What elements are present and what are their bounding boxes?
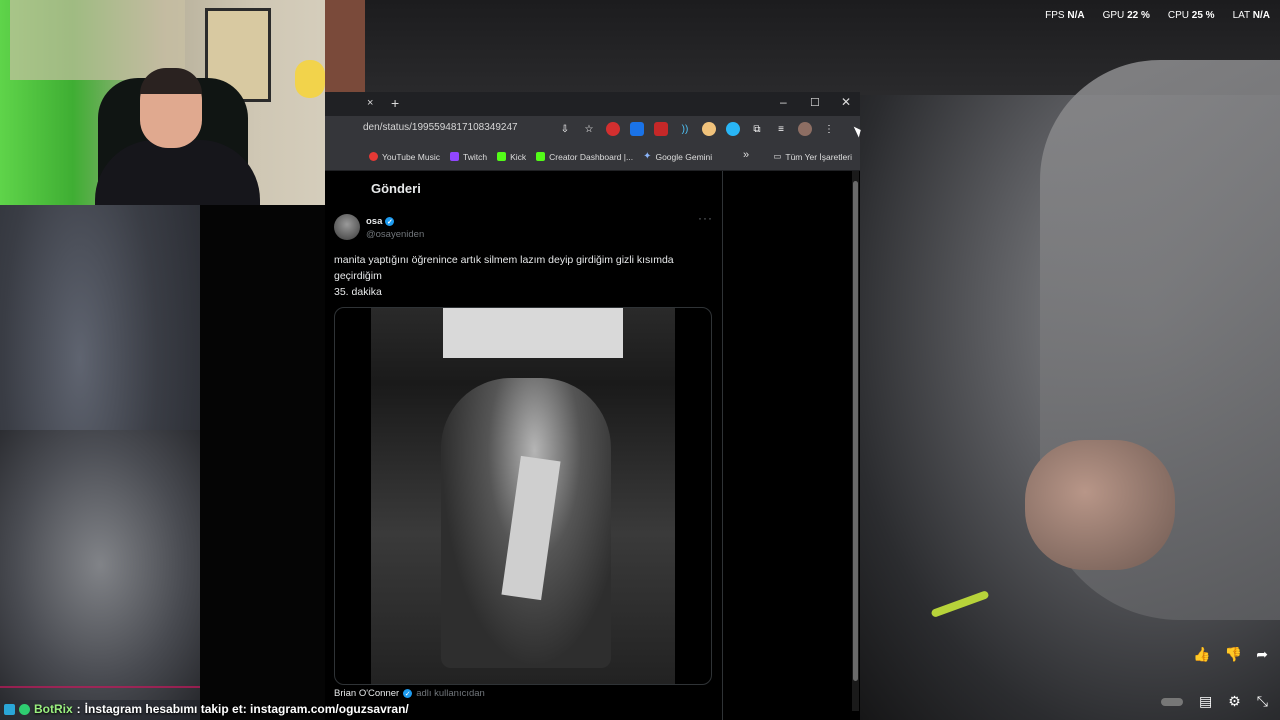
bookmark-google-gemini[interactable]: ✦ Google Gemini <box>643 151 712 162</box>
page-content: Gönderi osa ✓ @osayeniden ··· manita yapt… <box>325 171 860 720</box>
close-tab-icon[interactable]: × <box>367 97 373 109</box>
verified-bot-badge-icon <box>19 703 30 715</box>
kick-icon <box>536 152 546 161</box>
browser-toolbar: den/status/1995594817108349247 ⇩ ☆ )) ⧉ … <box>325 116 860 146</box>
moderator-badge-icon <box>4 703 15 715</box>
folder-icon: ▭ <box>773 151 782 161</box>
all-bookmarks-folder[interactable]: ▭ Tüm Yer İşaretleri <box>773 151 852 162</box>
bookmarks-bar: YouTube Music Twitch Kick Creator Dashbo… <box>325 146 860 171</box>
tweet-media[interactable] <box>334 307 712 685</box>
toolbar-icons: ⇩ ☆ )) ⧉ ≡ ⋮ <box>558 122 836 136</box>
tweet-author-handle[interactable]: @osayeniden <box>366 229 424 240</box>
dislike-icon[interactable]: 👎 <box>1225 646 1242 663</box>
bookmark-kick[interactable]: Kick <box>497 152 526 162</box>
like-icon[interactable]: 👍 <box>1193 646 1210 663</box>
bookmark-creator-dashboard[interactable]: Creator Dashboard |... <box>536 152 633 162</box>
chat-separator: : <box>76 702 81 716</box>
youtube-music-icon <box>369 152 378 161</box>
bookmarks-overflow-icon[interactable]: » <box>743 149 749 161</box>
pikachu-figure <box>295 60 325 98</box>
photo-sign <box>443 308 623 358</box>
maximize-icon[interactable]: ☐ <box>810 96 820 109</box>
share-icon[interactable]: ➦ <box>1256 646 1268 663</box>
minimize-icon[interactable]: – <box>780 95 787 109</box>
verified-badge-icon: ✓ <box>385 217 395 226</box>
cpu-stat: CPU 25 % <box>1167 10 1215 21</box>
profile-avatar-icon[interactable] <box>798 122 812 136</box>
chat-username: BotRix <box>34 702 73 716</box>
tweet-photo <box>371 308 675 684</box>
gemini-icon: ✦ <box>643 151 652 162</box>
browser-window: × + – ☐ ✕ den/status/1995594817108349247… <box>325 92 860 720</box>
page-title: Gönderi <box>371 181 421 196</box>
avatar[interactable] <box>334 214 360 240</box>
lat-stat: LAT N/A <box>1232 10 1270 21</box>
tweet-column: Gönderi osa ✓ @osayeniden ··· manita yapt… <box>325 171 723 720</box>
more-options-icon[interactable]: ··· <box>698 211 713 225</box>
stream-hand <box>1025 440 1175 570</box>
extension-blue-icon[interactable] <box>726 122 740 136</box>
address-bar[interactable]: den/status/1995594817108349247 <box>363 122 518 133</box>
install-app-icon[interactable]: ⇩ <box>558 122 572 136</box>
extensions-puzzle-icon[interactable]: ⧉ <box>750 122 764 136</box>
bookmark-list: YouTube Music Twitch Kick Creator Dashbo… <box>369 151 712 162</box>
scrollbar-thumb[interactable] <box>853 181 858 681</box>
bookmark-star-icon[interactable]: ☆ <box>582 122 596 136</box>
extension-face-icon[interactable] <box>702 122 716 136</box>
chat-message: BotRix : İnstagram hesabımı takip et: in… <box>0 698 1280 720</box>
menu-kebab-icon[interactable]: ⋮ <box>822 122 836 136</box>
gpu-stat: GPU 22 % <box>1102 10 1150 21</box>
translate-extension-icon[interactable] <box>630 122 644 136</box>
twitch-icon <box>449 152 459 161</box>
stream-background-left-lower <box>0 430 200 700</box>
extension-pen-icon[interactable] <box>654 122 668 136</box>
tweet-author-name[interactable]: osa ✓ <box>366 216 395 227</box>
performance-overlay: FPS N/A GPU 22 % CPU 25 % LAT N/A <box>1045 10 1270 21</box>
media-controls-icon[interactable]: ≡ <box>774 122 788 136</box>
page-scrollbar[interactable] <box>852 171 859 711</box>
fps-stat: FPS N/A <box>1045 10 1085 21</box>
extension-red-icon[interactable] <box>606 122 620 136</box>
tab-strip: × + – ☐ ✕ <box>325 92 860 116</box>
bookmark-twitch[interactable]: Twitch <box>449 152 487 162</box>
verified-badge-icon: ✓ <box>403 689 413 698</box>
video-reactions: 👍 👎 ➦ <box>1193 646 1268 663</box>
webcam-overlay <box>0 0 365 205</box>
tweet-text: manita yaptığını öğrenince artık silmem … <box>334 254 674 298</box>
bookmark-youtube-music[interactable]: YouTube Music <box>369 152 440 162</box>
stream-background-mid <box>200 205 325 720</box>
extension-wave-icon[interactable]: )) <box>678 122 692 136</box>
progress-line <box>0 686 200 688</box>
kick-icon <box>497 152 507 161</box>
close-window-icon[interactable]: ✕ <box>841 95 851 109</box>
new-tab-button[interactable]: + <box>391 95 399 111</box>
chat-text: İnstagram hesabımı takip et: instagram.c… <box>84 702 409 716</box>
